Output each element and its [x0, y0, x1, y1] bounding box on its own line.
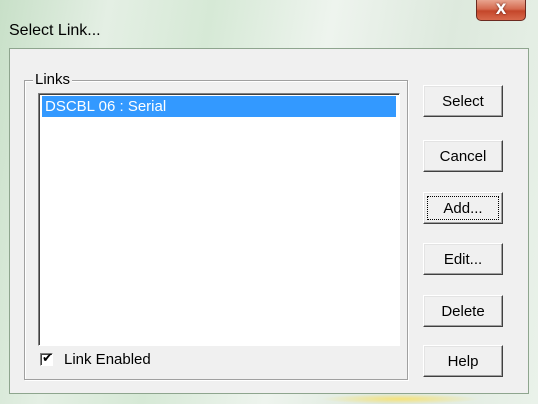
edit-button[interactable]: Edit...	[423, 243, 503, 275]
window-title: Select Link...	[9, 22, 101, 39]
checkmark-icon: ✔	[42, 351, 53, 366]
checkbox-box[interactable]: ✔	[40, 351, 53, 366]
links-list[interactable]: DSCBL 06 : Serial	[38, 93, 400, 346]
select-button[interactable]: Select	[423, 85, 503, 117]
list-item[interactable]: DSCBL 06 : Serial	[42, 96, 396, 117]
select-link-dialog: Select Link... X Links DSCBL 06 : Serial…	[0, 0, 538, 404]
frame-glow	[320, 394, 480, 404]
delete-button[interactable]: Delete	[423, 295, 503, 327]
close-icon: X	[495, 2, 507, 18]
title-bar[interactable]: Select Link... X	[0, 0, 538, 48]
link-enabled-label: Link Enabled	[64, 351, 151, 368]
help-button[interactable]: Help	[423, 345, 503, 377]
close-button[interactable]: X	[476, 0, 526, 21]
cancel-button[interactable]: Cancel	[423, 140, 503, 172]
add-button[interactable]: Add...	[423, 192, 503, 224]
links-group-label: Links	[33, 71, 73, 89]
